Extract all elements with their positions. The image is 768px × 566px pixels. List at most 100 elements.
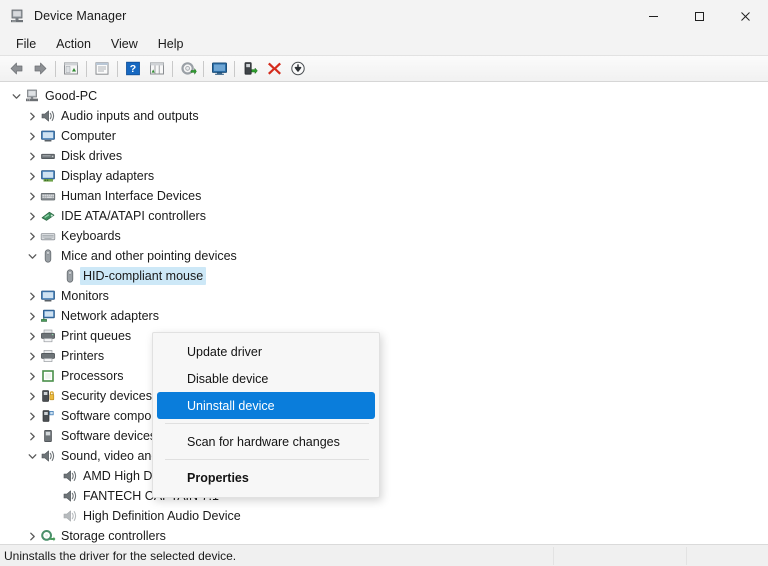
menu-view[interactable]: View [101,34,148,54]
tree-node-disk-drives[interactable]: Disk drives [0,146,768,166]
tree-node-label: Disk drives [61,149,123,163]
update-driver-button[interactable] [176,58,200,80]
svg-text:?: ? [130,63,136,75]
menu-action[interactable]: Action [46,34,101,54]
tree-node-processors[interactable]: Processors [0,366,768,386]
tree-node-mice-and-other-pointing-devices[interactable]: Mice and other pointing devices [0,246,768,266]
status-bar-divider-1 [553,547,554,565]
chevron-right-icon[interactable] [24,388,40,404]
toolbar-separator-4 [172,60,173,77]
mouse-icon [40,248,56,264]
tree-node-software-components[interactable]: Software components [0,406,768,426]
device-manager-window: Device Manager File Action View Help ? G… [0,0,768,566]
chevron-right-icon[interactable] [24,288,40,304]
toolbar-separator-1 [55,60,56,77]
chevron-right-icon[interactable] [24,108,40,124]
context-menu-item-update-driver[interactable]: Update driver [157,338,375,365]
context-menu-item-uninstall-device[interactable]: Uninstall device [157,392,375,419]
device-tree: Good-PC Audio inputs and outputs Compute… [0,82,768,544]
chevron-down-icon[interactable] [24,248,40,264]
chevron-right-icon[interactable] [24,368,40,384]
enable-device-button[interactable] [238,58,262,80]
context-menu-separator-1 [165,423,369,424]
title-bar: Device Manager [0,0,768,32]
close-button[interactable] [722,0,768,32]
help-button[interactable]: ? [121,58,145,80]
tree-node-keyboards[interactable]: Keyboards [0,226,768,246]
display-adapter-icon [40,168,56,184]
tree-node-high-definition-audio-device[interactable]: High Definition Audio Device [0,506,768,526]
security-device-icon [40,388,56,404]
chevron-right-icon[interactable] [24,528,40,544]
chevron-right-icon[interactable] [24,428,40,444]
tree-node-sound-video-and-game-controllers[interactable]: Sound, video and game controllers [0,446,768,466]
disable-device-button[interactable] [286,58,310,80]
chevron-right-icon[interactable] [24,128,40,144]
tree-node-network-adapters[interactable]: Network adapters [0,306,768,326]
chevron-right-icon[interactable] [24,408,40,424]
chevron-right-icon[interactable] [24,228,40,244]
chevron-right-icon[interactable] [24,208,40,224]
device-tree-pane[interactable]: Good-PC Audio inputs and outputs Compute… [0,82,768,544]
chevron-down-icon[interactable] [8,88,24,104]
context-menu-item-properties[interactable]: Properties [157,464,375,491]
tree-node-amd-high-definition-audio-device[interactable]: AMD High Definition Audio Device [0,466,768,486]
tree-node-label: Security devices [61,389,153,403]
tree-node-root[interactable]: Good-PC [0,86,768,106]
context-menu-item-disable-device[interactable]: Disable device [157,365,375,392]
tree-node-print-queues[interactable]: Print queues [0,326,768,346]
chevron-right-icon[interactable] [24,348,40,364]
toolbar-separator-3 [117,60,118,77]
action-pane-button[interactable] [145,58,169,80]
tree-node-computer[interactable]: Computer [0,126,768,146]
tree-node-label: Storage controllers [61,529,166,543]
tree-node-hid-compliant-mouse[interactable]: HID-compliant mouse [0,266,768,286]
status-bar-text: Uninstalls the driver for the selected d… [4,548,237,563]
console-tree-button[interactable] [59,58,83,80]
tree-node-label: Software devices [61,429,157,443]
tree-node-label: Computer [61,129,116,143]
properties-button[interactable] [90,58,114,80]
tree-node-audio-inputs-and-outputs[interactable]: Audio inputs and outputs [0,106,768,126]
ide-controller-icon [40,208,56,224]
scan-hardware-changes-button[interactable] [207,58,231,80]
menu-help[interactable]: Help [148,34,194,54]
printer-icon [40,348,56,364]
tree-node-label: Keyboards [61,229,121,243]
tree-node-storage-controllers[interactable]: Storage controllers [0,526,768,544]
context-menu-separator-2 [165,459,369,460]
menu-file[interactable]: File [6,34,46,54]
tree-node-display-adapters[interactable]: Display adapters [0,166,768,186]
forward-button[interactable] [28,58,52,80]
chevron-right-icon[interactable] [24,168,40,184]
print-queue-icon [40,328,56,344]
back-button[interactable] [4,58,28,80]
maximize-button[interactable] [676,0,722,32]
disk-drive-icon [40,148,56,164]
uninstall-device-button[interactable] [262,58,286,80]
storage-controller-icon [40,528,56,544]
chevron-right-icon[interactable] [24,308,40,324]
tree-node-software-devices[interactable]: Software devices [0,426,768,446]
tree-node-human-interface-devices[interactable]: Human Interface Devices [0,186,768,206]
tree-node-security-devices[interactable]: Security devices [0,386,768,406]
chevron-right-icon[interactable] [24,148,40,164]
tree-node-printers[interactable]: Printers [0,346,768,366]
monitor-icon [40,288,56,304]
chevron-right-icon[interactable] [24,188,40,204]
device-context-menu: Update driver Disable device Uninstall d… [152,332,380,498]
chevron-down-icon[interactable] [24,448,40,464]
chevron-right-icon[interactable] [24,328,40,344]
status-bar-divider-2 [686,547,687,565]
toolbar-separator-2 [86,60,87,77]
speaker-icon [62,468,78,484]
tree-node-label: Processors [61,369,124,383]
tree-node-fantech-captain-71[interactable]: FANTECH CAPTAIN 7.1 [0,486,768,506]
tree-node-ide-ata-atapi-controllers[interactable]: IDE ATA/ATAPI controllers [0,206,768,226]
minimize-button[interactable] [630,0,676,32]
speaker-icon [62,508,78,524]
network-adapter-icon [40,308,56,324]
tree-node-label: Monitors [61,289,109,303]
tree-node-monitors[interactable]: Monitors [0,286,768,306]
context-menu-item-scan-for-hardware-changes[interactable]: Scan for hardware changes [157,428,375,455]
